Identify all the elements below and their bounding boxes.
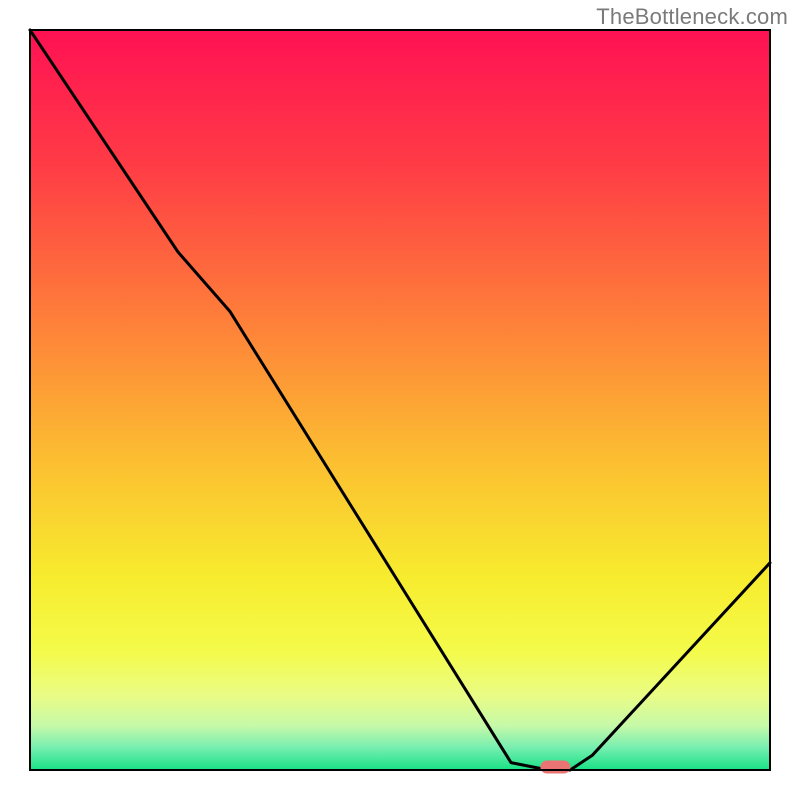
bottleneck-chart xyxy=(0,0,800,800)
optimal-marker xyxy=(540,761,570,774)
watermark-text: TheBottleneck.com xyxy=(596,4,788,30)
chart-container: TheBottleneck.com xyxy=(0,0,800,800)
chart-background xyxy=(30,30,770,770)
